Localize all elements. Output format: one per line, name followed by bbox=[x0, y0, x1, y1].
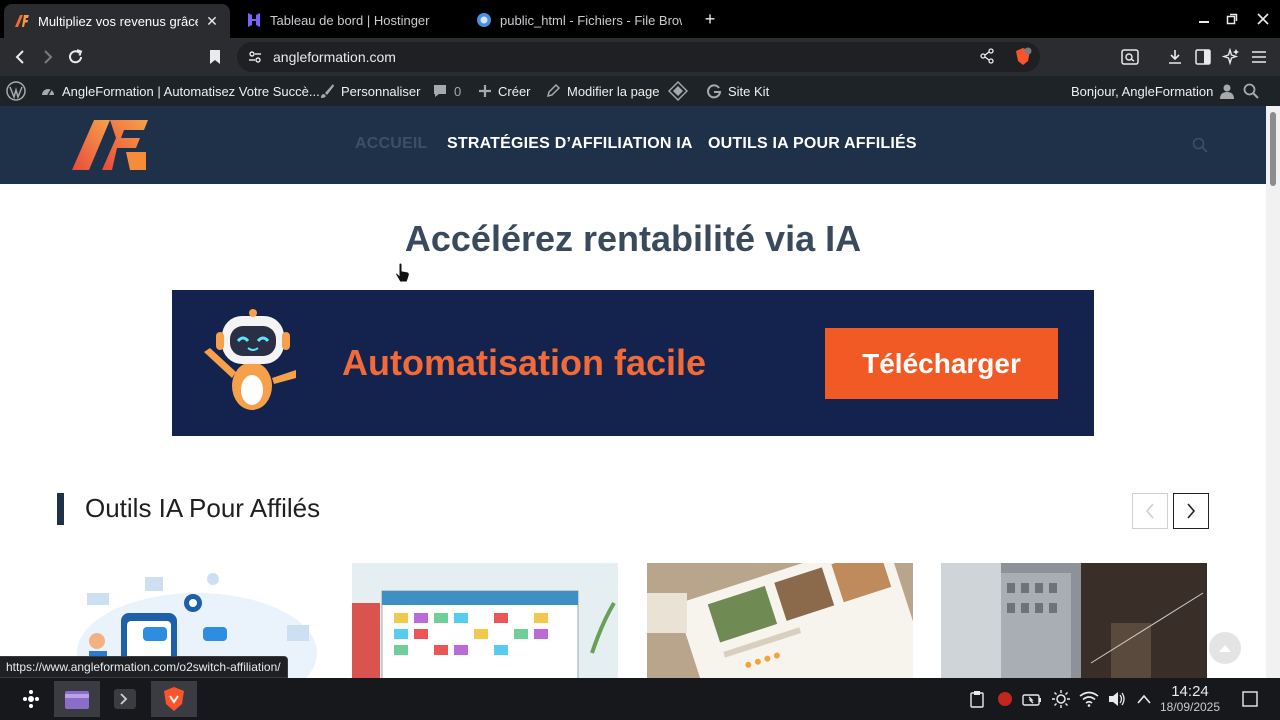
system-clock[interactable]: 14:24 18/09/2025 bbox=[1158, 683, 1222, 715]
menu-icon[interactable] bbox=[1247, 45, 1271, 69]
new-tab-button[interactable]: + bbox=[700, 9, 720, 29]
wifi-icon[interactable] bbox=[1079, 689, 1099, 709]
clipboard-icon[interactable] bbox=[967, 689, 987, 709]
maximize-icon[interactable] bbox=[1221, 8, 1243, 30]
hand-cursor-icon bbox=[395, 262, 411, 289]
tab-strip: Multipliez vos revenus grâce ✕ Tableau d… bbox=[0, 0, 1280, 38]
comment-icon bbox=[432, 83, 448, 99]
clock-date: 18/09/2025 bbox=[1159, 700, 1221, 714]
site-header: ACCUEIL STRATÉGIES D’AFFILIATION IA OUTI… bbox=[0, 106, 1266, 184]
create-link[interactable]: Créer bbox=[478, 76, 531, 106]
battery-icon[interactable] bbox=[1022, 689, 1042, 709]
promo-banner[interactable]: Automatisation facile Télécharger bbox=[172, 290, 1094, 436]
wordpress-logo-icon[interactable] bbox=[6, 76, 26, 106]
site-kit-label: Site Kit bbox=[728, 83, 770, 99]
minimize-icon[interactable] bbox=[1193, 8, 1215, 30]
tab-title: public_html - Fichiers - File Brow bbox=[500, 12, 682, 28]
edit-page-link[interactable]: Modifier la page bbox=[545, 76, 660, 106]
nav-affiliate-strategies[interactable]: STRATÉGIES D’AFFILIATION IA bbox=[447, 135, 693, 153]
address-bar[interactable]: angleformation.com bbox=[237, 42, 1040, 72]
admin-site-name-label: AngleFormation | Automatisez Votre Succè… bbox=[62, 83, 320, 99]
plugin-icon[interactable] bbox=[668, 76, 688, 106]
brave-shields-icon[interactable] bbox=[1013, 47, 1033, 72]
forward-icon[interactable] bbox=[36, 45, 60, 69]
tab-title: Multipliez vos revenus grâce bbox=[38, 13, 198, 29]
url-text[interactable]: angleformation.com bbox=[273, 49, 396, 65]
scroll-to-top-button[interactable] bbox=[1209, 632, 1241, 664]
os-taskbar: 14:24 18/09/2025 bbox=[0, 678, 1280, 720]
banner-text: Automatisation facile bbox=[342, 342, 707, 383]
admin-search-icon[interactable] bbox=[1243, 76, 1259, 106]
user-icon bbox=[1219, 83, 1235, 99]
clock-time: 14:24 bbox=[1171, 683, 1209, 700]
edit-page-label: Modifier la page bbox=[567, 83, 660, 99]
chevron-up-icon bbox=[1219, 645, 1231, 652]
robot-mascot-icon bbox=[196, 308, 306, 423]
nav-home[interactable]: ACCUEIL bbox=[355, 135, 428, 153]
section-accent-bar bbox=[57, 493, 64, 525]
site-logo[interactable] bbox=[72, 118, 148, 172]
wp-admin-bar: AngleFormation | Automatisez Votre Succè… bbox=[0, 76, 1280, 106]
pencil-icon bbox=[545, 83, 561, 99]
tab-file-browser[interactable]: public_html - Fichiers - File Brow bbox=[466, 5, 692, 35]
nav-ai-tools[interactable]: OUTILS IA POUR AFFILIÉS bbox=[708, 135, 917, 153]
file-manager-app-icon[interactable] bbox=[54, 681, 100, 717]
hostinger-favicon-icon bbox=[246, 12, 262, 28]
tab-hostinger[interactable]: Tableau de bord | Hostinger bbox=[236, 5, 458, 35]
leo-ai-icon[interactable] bbox=[1219, 45, 1243, 69]
reload-icon[interactable] bbox=[64, 45, 88, 69]
sidebar-icon[interactable] bbox=[1191, 45, 1215, 69]
status-bar-url: https://www.angleformation.com/o2switch-… bbox=[0, 656, 288, 678]
brush-icon bbox=[319, 83, 335, 99]
record-icon[interactable] bbox=[995, 689, 1015, 709]
bookmark-icon[interactable] bbox=[203, 45, 227, 69]
app-launcher-icon[interactable] bbox=[8, 681, 54, 717]
carousel-prev-button[interactable] bbox=[1132, 493, 1168, 529]
volume-icon[interactable] bbox=[1107, 689, 1127, 709]
close-window-icon[interactable] bbox=[1252, 8, 1274, 30]
chevron-left-icon bbox=[1145, 503, 1154, 519]
create-label: Créer bbox=[498, 83, 531, 99]
page-viewport: ACCUEIL STRATÉGIES D’AFFILIATION IA OUTI… bbox=[0, 106, 1266, 678]
file-browser-favicon-icon bbox=[476, 12, 492, 28]
carousel-next-button[interactable] bbox=[1173, 493, 1209, 529]
tab-angleformation[interactable]: Multipliez vos revenus grâce ✕ bbox=[4, 4, 230, 38]
card-image-calendar[interactable] bbox=[352, 563, 618, 678]
download-icon[interactable] bbox=[1163, 45, 1187, 69]
tab-title: Tableau de bord | Hostinger bbox=[270, 12, 430, 28]
section-title: Outils IA Pour Affilés bbox=[85, 493, 321, 523]
site-kit-link[interactable]: Site Kit bbox=[706, 76, 769, 106]
share-icon[interactable] bbox=[979, 48, 995, 69]
customize-link[interactable]: Personnaliser bbox=[319, 76, 421, 106]
card-image-city[interactable] bbox=[941, 563, 1207, 678]
google-g-icon bbox=[706, 83, 722, 99]
header-search-icon[interactable] bbox=[1192, 137, 1208, 158]
close-tab-icon[interactable]: ✕ bbox=[204, 13, 220, 29]
page-scrollbar[interactable] bbox=[1266, 106, 1280, 678]
show-desktop-icon[interactable] bbox=[1240, 689, 1260, 709]
plus-icon bbox=[478, 84, 492, 98]
back-icon[interactable] bbox=[8, 45, 32, 69]
brightness-icon[interactable] bbox=[1051, 689, 1071, 709]
reader-mode-icon[interactable] bbox=[1118, 45, 1142, 69]
scrollbar-thumb[interactable] bbox=[1270, 112, 1276, 186]
chevron-right-icon bbox=[1187, 503, 1196, 519]
customize-label: Personnaliser bbox=[341, 83, 421, 99]
hero-title: Accélérez rentabilité via IA bbox=[404, 218, 862, 259]
browser-toolbar: angleformation.com bbox=[0, 38, 1280, 76]
dashboard-icon bbox=[40, 83, 56, 99]
card-image-website-mockup[interactable] bbox=[647, 563, 913, 678]
comments-count: 0 bbox=[454, 83, 462, 99]
download-button[interactable]: Télécharger bbox=[825, 328, 1058, 399]
comments-link[interactable]: 0 bbox=[432, 76, 461, 106]
brave-browser-app-icon[interactable] bbox=[151, 681, 197, 717]
terminal-app-icon[interactable] bbox=[102, 681, 148, 717]
admin-site-name[interactable]: AngleFormation | Automatisez Votre Succè… bbox=[40, 76, 320, 106]
angleformation-favicon-icon bbox=[14, 13, 30, 29]
site-settings-icon[interactable] bbox=[247, 49, 263, 70]
account-menu[interactable]: Bonjour, AngleFormation bbox=[1071, 76, 1241, 106]
tray-expand-icon[interactable] bbox=[1134, 689, 1154, 709]
greeting-label: Bonjour, AngleFormation bbox=[1071, 83, 1214, 99]
